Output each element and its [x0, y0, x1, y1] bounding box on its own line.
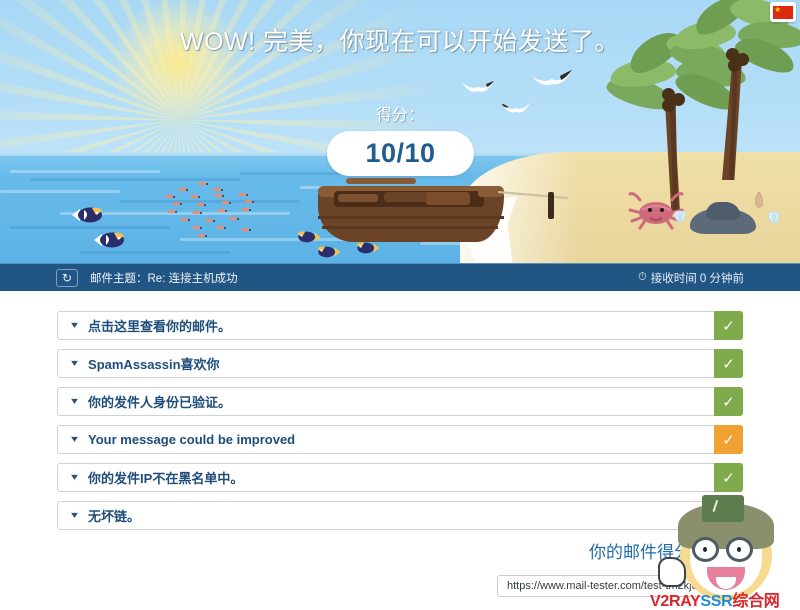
clock-icon: ⏱ [638, 271, 647, 283]
status-badge: ✓ [714, 387, 743, 416]
received-time: ⏱ 接收时间 0 分钟前 [638, 270, 744, 286]
chevron-down-icon: ▾ [71, 433, 78, 445]
hero-title: WOW! 完美，你现在可以开始发送了。 [179, 28, 621, 56]
received-time-label: 接收时间 0 分钟前 [650, 272, 744, 285]
result-label: 无坏链。 [88, 509, 141, 524]
watermark-text: V2RAYSSR综合网 [650, 587, 800, 610]
shell-icon [674, 210, 686, 224]
chevron-down-icon: ▾ [71, 509, 78, 521]
result-row[interactable]: ▾ 你的发件IP不在黑名单中。 ✓ [57, 463, 743, 492]
tropical-fish-icon [72, 207, 102, 223]
mail-tester-result-page: WOW! 完美，你现在可以开始发送了。 得分： 10/10 ↻ 邮件主题：Re:… [0, 0, 800, 610]
watermark-text-1: V2RAY [650, 593, 701, 610]
status-badge: ✓ [714, 311, 743, 340]
result-list: ▾ 点击这里查看你的邮件。 ✓ ▾ SpamAssassin喜欢你 ✓ ▾ 你的… [57, 311, 743, 539]
result-row[interactable]: ▾ 无坏链。 ✓ [57, 501, 743, 530]
result-row[interactable]: ▾ 点击这里查看你的邮件。 ✓ [57, 311, 743, 340]
subject-bar: ↻ 邮件主题：Re: 连接主机成功 ⏱ 接收时间 0 分钟前 [0, 263, 800, 291]
refresh-icon[interactable]: ↻ [56, 268, 78, 287]
watermark-text-2: SSR [700, 593, 733, 610]
score-label: 得分： [375, 107, 424, 124]
site-watermark: V2RAYSSR综合网 [650, 495, 800, 610]
result-label: 点击这里查看你的邮件。 [88, 319, 232, 334]
hero-beach-scene: WOW! 完美，你现在可以开始发送了。 得分： 10/10 [0, 0, 800, 263]
tropical-fish-icon [317, 246, 341, 258]
china-flag-icon [773, 4, 793, 19]
result-row[interactable]: ▾ Your message could be improved ✓ [57, 425, 743, 454]
shell-icon [755, 192, 763, 208]
shell-icon [768, 211, 780, 225]
chevron-down-icon: ▾ [71, 357, 78, 369]
result-row[interactable]: ▾ 你的发件人身份已验证。 ✓ [57, 387, 743, 416]
result-label: Your message could be improved [88, 432, 296, 447]
result-row[interactable]: ▾ SpamAssassin喜欢你 ✓ [57, 349, 743, 378]
chevron-down-icon: ▾ [71, 319, 78, 331]
result-label: SpamAssassin喜欢你 [88, 357, 220, 372]
status-badge: ✓ [714, 349, 743, 378]
email-subject: 邮件主题：Re: 连接主机成功 [90, 272, 238, 285]
tropical-fish-icon [94, 232, 124, 248]
result-label: 你的发件人身份已验证。 [88, 395, 232, 410]
seagull-icon [532, 70, 572, 85]
language-selector-button[interactable] [770, 2, 796, 22]
rowboat-icon [318, 172, 508, 242]
status-badge: ✓ [714, 425, 743, 454]
result-label: 你的发件IP不在黑名单中。 [88, 471, 244, 486]
score-value: 10/10 [365, 138, 436, 168]
watermark-text-3: 综合网 [732, 593, 780, 610]
seagull-icon [462, 81, 494, 92]
tropical-fish-icon [356, 242, 380, 254]
status-badge: ✓ [714, 463, 743, 492]
score-badge: 10/10 [327, 131, 474, 176]
rock-icon [706, 202, 740, 220]
chevron-down-icon: ▾ [71, 395, 78, 407]
mooring-post-icon [548, 192, 554, 219]
chevron-down-icon: ▾ [71, 471, 78, 483]
